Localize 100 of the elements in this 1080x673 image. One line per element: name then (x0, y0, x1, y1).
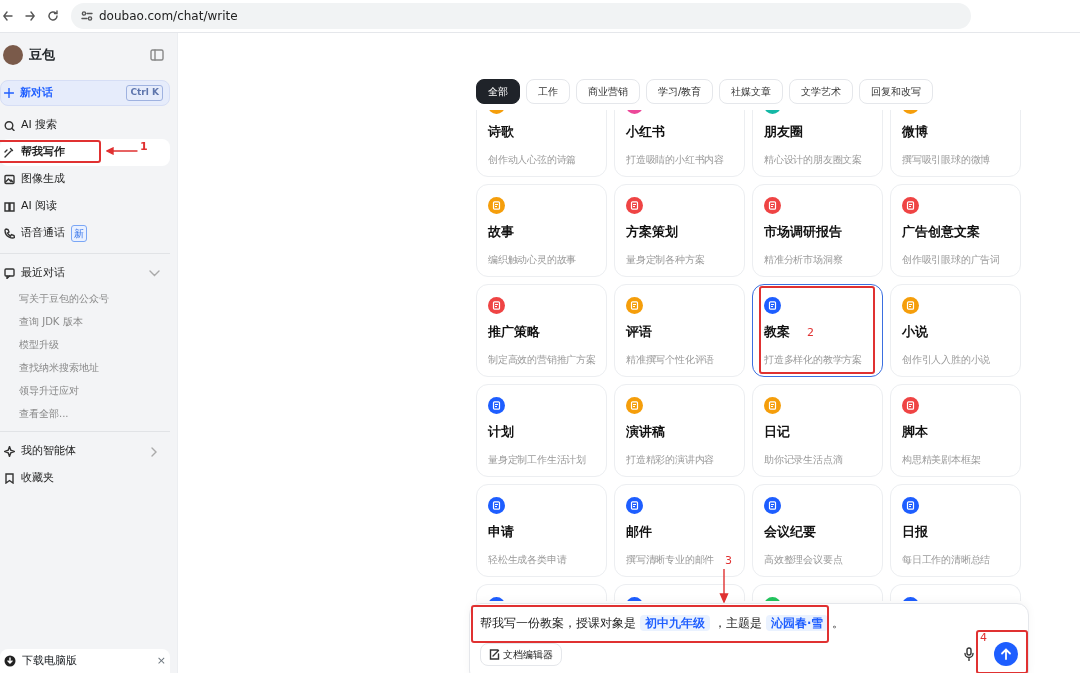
template-card[interactable]: 小红书 打造吸睛的小红书内容 (614, 110, 745, 177)
card-description: 编织触动心灵的故事 (488, 253, 577, 267)
microphone-icon[interactable] (964, 647, 974, 661)
shortcut-hint: Ctrl K (126, 85, 163, 101)
message-input[interactable]: 帮我写一份教案，授课对象是 初中九年级 ，主题是 沁园春·雪 。 文档编辑器 4 (469, 603, 1029, 673)
template-card[interactable]: 会议纪要 高效整理会议要点 (752, 484, 883, 577)
template-card[interactable]: 故事 编织触动心灵的故事 (476, 184, 607, 277)
category-tab[interactable]: 工作 (526, 79, 570, 104)
annotation-number: 1 (140, 141, 148, 153)
phone-icon (4, 228, 15, 239)
card-description: 每日工作的清晰总结 (902, 553, 991, 567)
edit-icon (489, 648, 500, 660)
category-tab[interactable]: 回复和改写 (859, 79, 934, 104)
close-button[interactable]: × (156, 652, 166, 670)
card-title: 故事 (488, 224, 514, 240)
template-card[interactable]: 申请 轻松生成各类申请 (476, 484, 607, 577)
sidebar-toggle-icon[interactable] (150, 49, 164, 61)
card-title: 诗歌 (488, 124, 514, 140)
template-card[interactable]: 推广策略 制定高效的营销推广方案 (476, 284, 607, 377)
category-tab[interactable]: 文学艺术 (789, 79, 854, 104)
card-description: 打造精彩的演讲内容 (626, 453, 715, 467)
app-name: 豆包 (29, 46, 55, 65)
card-description: 撰写清晰专业的邮件 (626, 553, 715, 567)
card-description: 制定高效的营销推广方案 (488, 353, 596, 367)
sidebar-item[interactable]: 图像生成 (0, 166, 170, 193)
send-button[interactable] (994, 642, 1018, 666)
sidebar-item[interactable]: AI 搜索 (0, 112, 170, 139)
card-title: 会议纪要 (764, 524, 816, 540)
address-bar[interactable]: doubao.com/chat/write (71, 3, 971, 29)
download-icon (4, 655, 16, 667)
search-icon (4, 120, 15, 131)
card-title: 日报 (902, 524, 928, 540)
category-tab[interactable]: 全部 (476, 79, 520, 104)
template-card[interactable]: 演讲稿 打造精彩的演讲内容 (614, 384, 745, 477)
sidebar-item[interactable]: 我的智能体 (0, 438, 170, 465)
card-title: 计划 (488, 424, 514, 440)
template-card[interactable]: 日记 助你记录生活点滴 (752, 384, 883, 477)
section-header[interactable]: 最近对话 (0, 260, 170, 287)
category-tab[interactable]: 商业营销 (576, 79, 640, 104)
card-title: 市场调研报告 (764, 224, 842, 240)
sidebar-item[interactable]: 帮我写作 1 (0, 139, 170, 166)
new-badge: 新 (71, 225, 87, 242)
card-title: 评语 (626, 324, 652, 340)
template-card[interactable]: 评语 精准撰写个性化评语 (614, 284, 745, 377)
card-description: 轻松生成各类申请 (488, 553, 567, 567)
template-card[interactable]: 教案 打造多样化的教学方案 2 (752, 284, 883, 377)
annotation-number: 4 (980, 632, 987, 644)
site-settings-icon[interactable] (81, 10, 93, 22)
card-description: 创作动人心弦的诗篇 (488, 153, 577, 167)
template-card[interactable]: 朋友圈 精心设计的朋友圈文案 (752, 110, 883, 177)
sparkle-icon (4, 446, 15, 457)
message-text: 帮我写一份教案，授课对象是 初中九年级 ，主题是 沁园春·雪 。 (480, 615, 845, 633)
arrow-up-icon (1000, 648, 1012, 660)
pen-icon (4, 147, 15, 158)
category-tab[interactable]: 社媒文章 (719, 79, 784, 104)
card-title: 邮件 (626, 524, 652, 540)
template-card[interactable]: 方案策划 量身定制各种方案 (614, 184, 745, 277)
card-title: 教案 (764, 324, 790, 340)
annotation-arrow (106, 147, 138, 155)
template-card[interactable]: 诗歌 创作动人心弦的诗篇 (476, 110, 607, 177)
card-description: 助你记录生活点滴 (764, 453, 843, 467)
category-tab[interactable]: 学习/教育 (646, 79, 714, 104)
card-description: 打造多样化的教学方案 (764, 353, 862, 367)
reload-icon[interactable] (47, 10, 59, 22)
card-title: 广告创意文案 (902, 224, 980, 240)
plus-icon (4, 88, 14, 98)
image-icon (4, 174, 15, 185)
card-title: 演讲稿 (626, 424, 665, 440)
card-title: 脚本 (902, 424, 928, 440)
template-card[interactable]: 脚本 构思精美剧本框架 (890, 384, 1021, 477)
back-icon[interactable] (3, 10, 13, 22)
url-text: doubao.com/chat/write (99, 8, 238, 25)
new-chat-button[interactable]: 新对话 Ctrl K (0, 80, 170, 106)
annotation-number: 2 (807, 327, 814, 339)
chevron-icon (151, 446, 158, 457)
template-card[interactable]: 广告创意文案 创作吸引眼球的广告词 (890, 184, 1021, 277)
download-bar[interactable]: 下载电脑版 × (0, 649, 170, 673)
sidebar-item[interactable]: 收藏夹 (0, 465, 170, 492)
sidebar-item[interactable]: 语音通话 新 (0, 220, 170, 247)
template-card[interactable]: 计划 量身定制工作生活计划 (476, 384, 607, 477)
card-title: 申请 (488, 524, 514, 540)
doc-editor-button[interactable]: 文档编辑器 (480, 642, 562, 666)
card-description: 精准分析市场洞察 (764, 253, 843, 267)
template-card[interactable]: 市场调研报告 精准分析市场洞察 (752, 184, 883, 277)
card-description: 量身定制工作生活计划 (488, 453, 586, 467)
template-card[interactable]: 微博 撰写吸引眼球的微博 (890, 110, 1021, 177)
template-card[interactable] (614, 584, 745, 601)
avatar[interactable] (3, 45, 23, 65)
card-description: 量身定制各种方案 (626, 253, 705, 267)
card-description: 精准撰写个性化评语 (626, 353, 715, 367)
recent-chat-item[interactable]: 领导升迁应对 (0, 379, 177, 402)
template-card[interactable]: 小说 创作引人入胜的小说 (890, 284, 1021, 377)
forward-icon[interactable] (25, 10, 35, 22)
sidebar-item[interactable]: AI 阅读 (0, 193, 170, 220)
card-description: 创作吸引眼球的广告词 (902, 253, 1000, 267)
annotation-arrow (719, 569, 729, 603)
card-description: 打造吸睛的小红书内容 (626, 153, 724, 167)
card-title: 小红书 (626, 124, 665, 140)
chat-icon (4, 268, 15, 279)
template-card[interactable]: 日报 每日工作的清晰总结 (890, 484, 1021, 577)
